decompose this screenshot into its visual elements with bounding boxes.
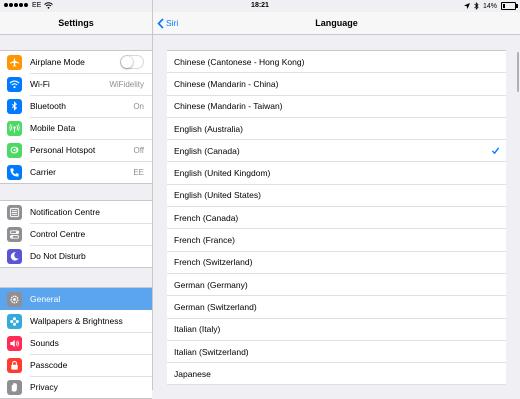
language-label: French (Switzerland) [174, 257, 253, 268]
sidebar-item-label: Notification Centre [30, 207, 100, 217]
settings-group: Airplane Mode Wi-Fi WiFidelity Bluetooth On M… [0, 50, 152, 184]
lock-icon [7, 357, 22, 373]
sidebar-item-do-not-disturb[interactable]: Do Not Disturb [0, 245, 152, 267]
scrollbar[interactable] [517, 52, 519, 92]
flower-icon [7, 313, 22, 329]
status-bar: EE 18:21 14% [0, 0, 520, 12]
language-label: Japanese [174, 368, 211, 379]
language-label: English (United States) [174, 190, 261, 201]
sidebar-item-wi-fi[interactable]: Wi-Fi WiFidelity [0, 73, 152, 95]
sidebar-item-notification-centre[interactable]: Notification Centre [0, 201, 152, 223]
hand-icon [7, 379, 22, 395]
sidebar-item-airplane-mode[interactable]: Airplane Mode [0, 51, 152, 73]
language-row[interactable]: French (Canada) [167, 207, 506, 230]
antenna-icon [7, 120, 22, 136]
page-title: Language [315, 18, 358, 28]
language-row[interactable]: Italian (Italy) [167, 319, 506, 341]
sidebar-item-general[interactable]: General [0, 288, 152, 310]
language-row[interactable]: Japanese [167, 363, 506, 386]
language-row[interactable]: English (United Kingdom) [167, 162, 506, 185]
sidebar-item-label: Bluetooth [30, 101, 66, 111]
language-row[interactable]: French (France) [167, 229, 506, 252]
sidebar-item-value: Off [133, 145, 144, 155]
sidebar-item-label: Wi-Fi [30, 79, 50, 89]
switches-icon [7, 226, 22, 242]
sidebar-item-value: EE [133, 167, 144, 177]
sidebar-item-label: Mobile Data [30, 123, 76, 133]
language-row[interactable]: French (Switzerland) [167, 252, 506, 274]
language-row[interactable]: German (Switzerland) [167, 296, 506, 319]
sidebar-title: Settings [0, 12, 152, 35]
battery-icon [501, 2, 518, 10]
sidebar-item-value: On [133, 101, 144, 111]
sidebar-item-passcode[interactable]: Passcode [0, 354, 152, 376]
language-row[interactable]: German (Germany) [167, 274, 506, 297]
language-row[interactable]: Chinese (Mandarin - Taiwan) [167, 96, 506, 118]
bluetooth-status-icon [474, 2, 479, 10]
notification-icon [7, 204, 22, 220]
settings-group: Notification Centre Control Centre Do Not … [0, 200, 152, 268]
language-label: French (France) [174, 235, 235, 246]
language-pane: Siri Language Chinese (Cantonese - Hong … [153, 0, 520, 390]
settings-group: General Wallpapers & Brightness Sounds Pass… [0, 287, 152, 399]
language-row[interactable]: Chinese (Mandarin - China) [167, 73, 506, 96]
moon-icon [7, 248, 22, 264]
language-label: French (Canada) [174, 212, 239, 223]
sidebar-item-label: Passcode [30, 360, 68, 370]
sidebar-item-value: WiFidelity [109, 79, 144, 89]
battery-percent: 14% [482, 2, 497, 10]
sidebar-item-label: Carrier [30, 167, 56, 177]
sidebar-item-carrier[interactable]: Carrier EE [0, 161, 152, 183]
language-label: Chinese (Cantonese - Hong Kong) [174, 56, 305, 67]
language-label: English (United Kingdom) [174, 168, 271, 179]
toggle-knob [121, 56, 133, 68]
language-list: Chinese (Cantonese - Hong Kong) Chinese (… [167, 50, 506, 386]
sidebar-item-control-centre[interactable]: Control Centre [0, 223, 152, 245]
location-arrow-icon [463, 3, 470, 9]
settings-sidebar: Settings Airplane Mode Wi-Fi WiFidelity Blu… [0, 0, 153, 399]
language-label: Italian (Switzerland) [174, 346, 249, 357]
wifi-icon [7, 76, 22, 92]
sidebar-item-label: Airplane Mode [30, 57, 85, 67]
sidebar-item-privacy[interactable]: Privacy [0, 376, 152, 398]
language-row[interactable]: Italian (Switzerland) [167, 341, 506, 364]
language-label: Chinese (Mandarin - China) [174, 78, 279, 89]
checkmark-icon [491, 147, 500, 155]
sidebar-item-wallpapers-brightness[interactable]: Wallpapers & Brightness [0, 310, 152, 332]
speaker-icon [7, 335, 22, 351]
sidebar-item-label: Sounds [30, 338, 59, 348]
phone-icon [7, 164, 22, 180]
language-label: English (Canada) [174, 145, 240, 156]
gear-icon [7, 291, 22, 307]
sidebar-item-label: Control Centre [30, 229, 86, 239]
sidebar-item-label: Wallpapers & Brightness [30, 316, 123, 326]
hotspot-icon [7, 142, 22, 158]
language-nav-bar: Siri Language [153, 12, 520, 35]
language-row[interactable]: English (United States) [167, 185, 506, 208]
language-row[interactable]: English (Canada) [167, 140, 506, 163]
airplane-icon [7, 54, 22, 70]
sidebar-item-bluetooth[interactable]: Bluetooth On [0, 95, 152, 117]
airplane-mode-toggle[interactable] [120, 55, 144, 69]
status-time: 18:21 [251, 2, 269, 9]
language-label: German (Switzerland) [174, 301, 257, 312]
language-label: Chinese (Mandarin - Taiwan) [174, 101, 283, 112]
language-label: Italian (Italy) [174, 324, 221, 335]
sidebar-item-mobile-data[interactable]: Mobile Data [0, 117, 152, 139]
sidebar-item-label: Personal Hotspot [30, 145, 96, 155]
language-label: German (Germany) [174, 279, 248, 290]
language-row[interactable]: English (Australia) [167, 118, 506, 141]
bluetooth-icon [7, 98, 22, 114]
sidebar-item-sounds[interactable]: Sounds [0, 332, 152, 354]
sidebar-item-label: Do Not Disturb [30, 251, 86, 261]
language-label: English (Australia) [174, 123, 243, 134]
sidebar-item-personal-hotspot[interactable]: Personal Hotspot Off [0, 139, 152, 161]
sidebar-item-label: Privacy [30, 382, 58, 392]
sidebar-item-label: General [30, 294, 61, 304]
language-row[interactable]: Chinese (Cantonese - Hong Kong) [167, 51, 506, 74]
